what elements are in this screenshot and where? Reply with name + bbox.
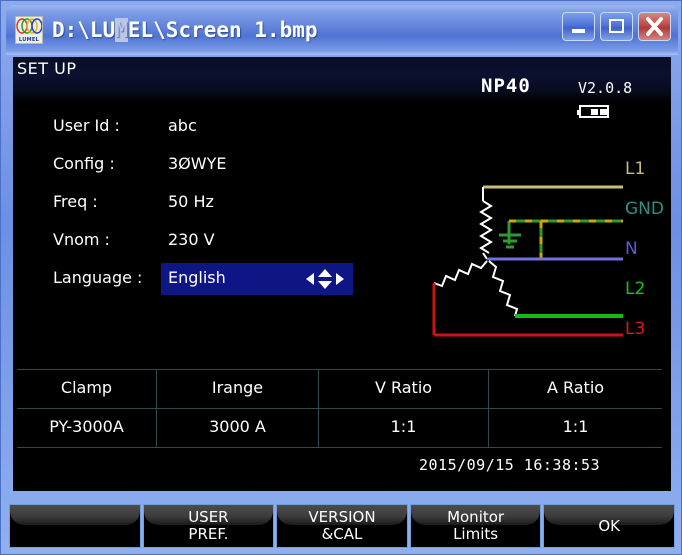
softkey-label: VERSION &CAL [308,508,376,543]
field-label: Config : [53,154,115,173]
window-title-suffix: EL\Screen 1.bmp [127,18,318,42]
softkey-version-cal[interactable]: VERSION &CAL [276,504,408,548]
window-title-selected-char: M [115,18,128,42]
table-row[interactable]: PY-3000A 3000 A 1:1 1:1 [17,408,662,448]
screen-header [13,57,671,103]
legend-item-gnd: GND [625,199,664,219]
settings-field-list: User Id : abc Config : 3ØWYE Freq : 50 H… [13,112,413,302]
softkey-monitor-limits[interactable]: Monitor Limits [409,504,542,548]
softkey-blank[interactable] [9,504,141,548]
table-header-a-ratio: A Ratio [546,378,605,397]
maximize-button[interactable] [600,12,633,41]
window-title-prefix: D:\LU [52,18,116,42]
clamp-settings-table: Clamp Irange V Ratio A Ratio PY-3000A 30… [17,369,662,448]
table-header-clamp: Clamp [17,370,157,408]
device-model: NP40 [481,75,531,97]
minimize-icon [572,29,585,33]
logo-rings-icon [16,18,42,34]
legend-item-l1: L1 [625,159,646,179]
close-icon [646,17,663,36]
table-header-irange: Irange [157,370,319,408]
legend-item-l3: L3 [625,319,646,339]
legend-item-n: N [625,239,638,259]
field-value: English [168,268,226,287]
field-label: Freq : [53,192,98,211]
legend-item-l2: L2 [625,279,646,299]
table-cell-clamp: PY-3000A [17,409,157,447]
softkey-label: Monitor Limits [447,508,505,543]
page-title: SET UP [17,59,77,78]
table-cell-a-ratio: 1:1 [562,417,589,436]
window-title: D:\LUMEL\Screen 1.bmp [52,18,318,42]
status-timestamp: 2015/09/15 16:38:53 [419,456,601,474]
field-row-user-id[interactable]: User Id : abc [13,112,413,150]
field-label: User Id : [53,116,120,135]
field-row-freq[interactable]: Freq : 50 Hz [13,188,413,226]
softkey-bar: USER PREF. VERSION &CAL Monitor Limits O… [9,504,675,548]
close-button[interactable] [638,12,671,41]
title-bar[interactable]: LUMEL D:\LUMEL\Screen 1.bmp [6,5,678,55]
firmware-version: V2.0.8 [578,79,633,97]
application-window: LUMEL D:\LUMEL\Screen 1.bmp SET UP NP40 … [0,0,682,555]
field-value: abc [168,116,197,135]
device-screen: SET UP NP40 V2.0.8 User Id : abc Config … [13,57,671,491]
table-header-v-ratio: V Ratio [319,370,489,408]
field-value: 3ØWYE [168,154,227,173]
field-label: Vnom : [53,230,110,249]
four-way-arrow-icon[interactable] [301,267,349,291]
field-row-language[interactable]: Language : English [13,263,413,302]
battery-icon [577,105,609,118]
table-cell-v-ratio: 1:1 [319,409,489,447]
table-header-row: Clamp Irange V Ratio A Ratio [17,369,662,408]
lumel-logo-icon: LUMEL [15,16,43,44]
field-label: Language : [53,268,143,287]
softkey-user-pref[interactable]: USER PREF. [142,504,275,548]
field-row-config[interactable]: Config : 3ØWYE [13,150,413,188]
table-cell-irange: 3000 A [157,409,319,447]
minimize-button[interactable] [562,12,595,41]
softkey-label: USER PREF. [188,508,229,543]
field-value: 50 Hz [168,192,214,211]
window-controls [562,12,671,41]
maximize-icon [609,19,624,33]
softkey-ok[interactable]: OK [543,504,675,548]
softkey-label: OK [598,516,620,535]
logo-text: LUMEL [18,37,40,43]
field-value: 230 V [168,230,215,249]
field-row-vnom[interactable]: Vnom : 230 V [13,226,413,264]
